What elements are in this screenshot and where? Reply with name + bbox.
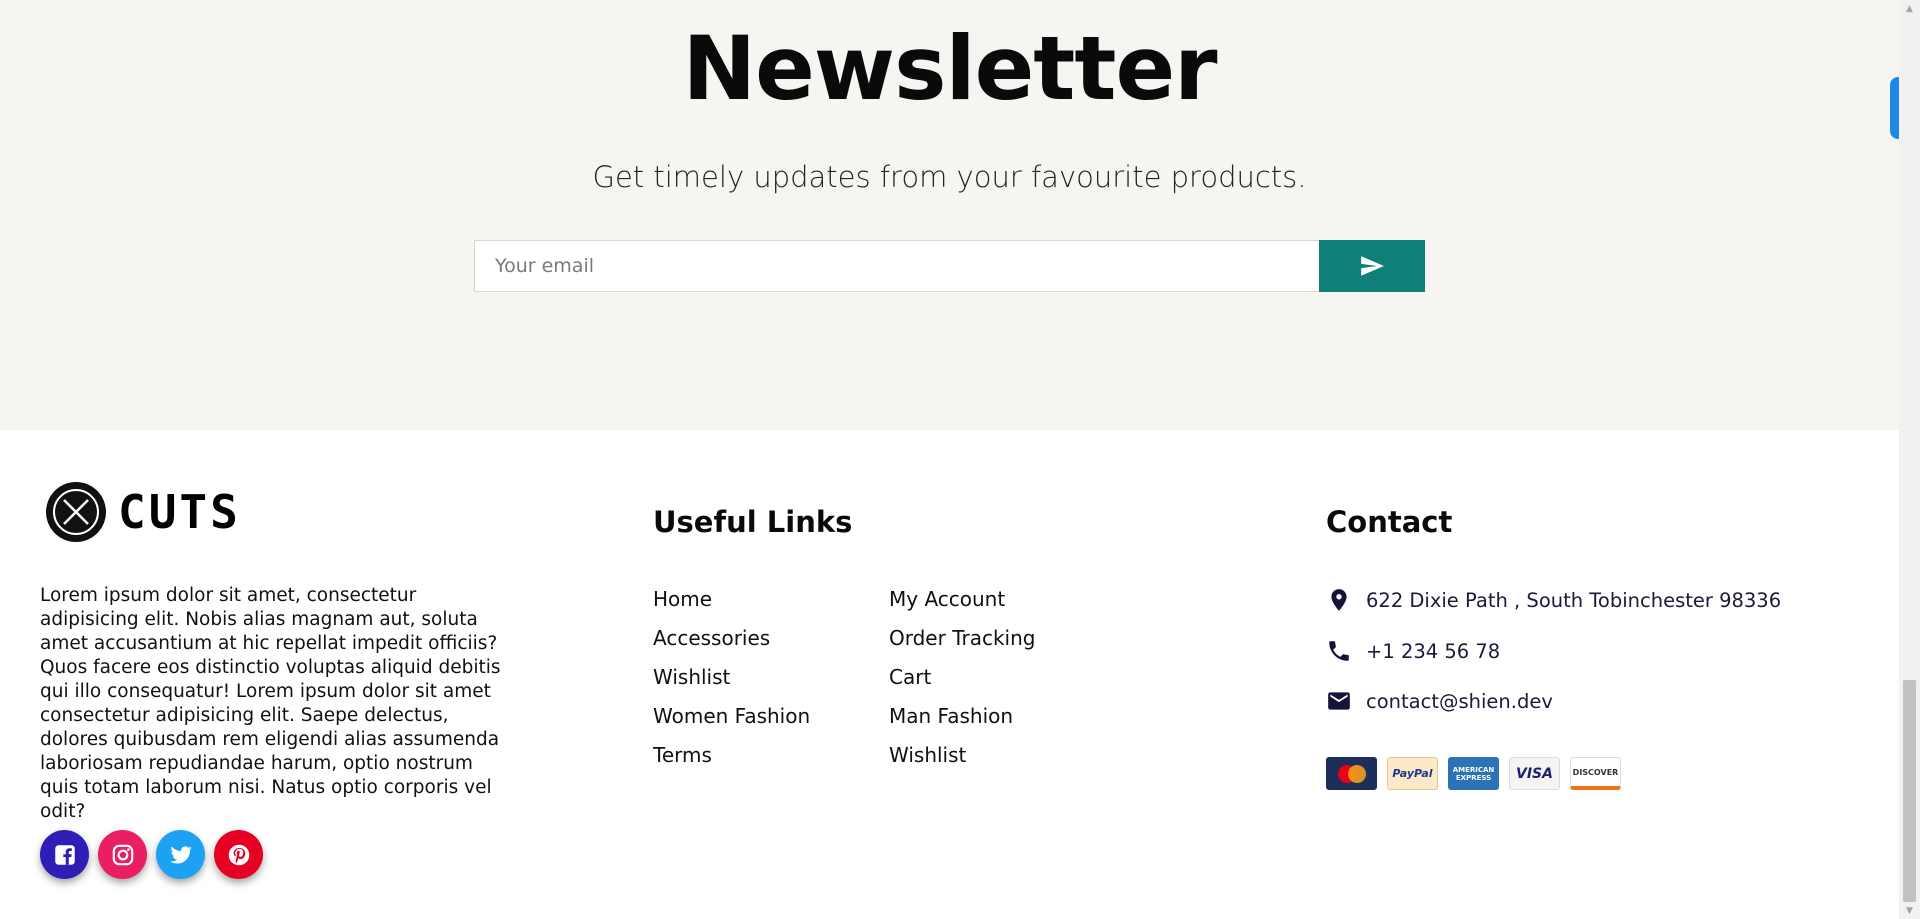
location-pin-icon	[1331, 589, 1347, 611]
send-icon	[1361, 256, 1384, 276]
mastercard-icon	[1337, 764, 1366, 783]
about-text: Lorem ipsum dolor sit amet, consectetur …	[40, 585, 501, 822]
contact-email[interactable]: contact@shien.dev	[1326, 688, 1553, 714]
email-text: contact@shien.dev	[1366, 689, 1553, 713]
scroll-up-arrow-icon[interactable]: ▲	[1899, 0, 1920, 17]
logo-text: CUTS	[118, 485, 241, 539]
link-terms[interactable]: Terms	[653, 743, 810, 782]
side-tab[interactable]	[1890, 77, 1899, 139]
useful-links-col2: My Account Order Tracking Cart Man Fashi…	[889, 587, 1035, 782]
link-wishlist[interactable]: Wishlist	[653, 665, 810, 704]
amex-card: AMERICAN EXPRESS	[1448, 757, 1499, 790]
scroll-thumb[interactable]	[1903, 680, 1916, 902]
mail-icon	[1328, 692, 1350, 710]
paypal-card: PayPal	[1387, 757, 1438, 790]
phone-icon	[1329, 641, 1349, 661]
contact-title: Contact	[1326, 505, 1453, 539]
instagram-button[interactable]	[98, 830, 147, 879]
link-order-tracking[interactable]: Order Tracking	[889, 626, 1035, 665]
logo[interactable]: CUTS	[44, 480, 241, 544]
discover-card: DISCOVER	[1570, 757, 1621, 790]
send-button[interactable]	[1319, 240, 1425, 292]
twitter-icon	[169, 845, 192, 864]
newsletter-section: Newsletter Get timely updates from your …	[0, 0, 1899, 430]
twitter-button[interactable]	[156, 830, 205, 879]
footer: CUTS Lorem ipsum dolor sit amet, consect…	[0, 430, 1899, 919]
contact-phone[interactable]: +1 234 56 78	[1326, 638, 1500, 664]
page: Newsletter Get timely updates from your …	[0, 0, 1899, 919]
pinterest-icon	[228, 844, 249, 865]
link-wishlist-2[interactable]: Wishlist	[889, 743, 1035, 782]
newsletter-form	[474, 240, 1425, 292]
link-home[interactable]: Home	[653, 587, 810, 626]
newsletter-title: Newsletter	[682, 17, 1217, 120]
email-input[interactable]	[474, 240, 1319, 292]
facebook-button[interactable]	[40, 830, 89, 879]
scroll-down-arrow-icon[interactable]: ▼	[1899, 902, 1920, 919]
link-women-fashion[interactable]: Women Fashion	[653, 704, 810, 743]
contact-address: 622 Dixie Path , South Tobinchester 9833…	[1326, 587, 1781, 613]
link-man-fashion[interactable]: Man Fashion	[889, 704, 1035, 743]
logo-icon	[46, 482, 106, 542]
link-cart[interactable]: Cart	[889, 665, 1035, 704]
useful-links-title: Useful Links	[653, 505, 853, 539]
link-my-account[interactable]: My Account	[889, 587, 1035, 626]
useful-links-col1: Home Accessories Wishlist Women Fashion …	[653, 587, 810, 782]
phone-text: +1 234 56 78	[1366, 639, 1501, 663]
payment-cards: PayPal AMERICAN EXPRESS VISA DISCOVER	[1326, 757, 1621, 790]
newsletter-subtitle: Get timely updates from your favourite p…	[592, 160, 1307, 194]
visa-card: VISA	[1509, 757, 1560, 790]
pinterest-button[interactable]	[214, 830, 263, 879]
facebook-icon	[54, 844, 75, 865]
link-accessories[interactable]: Accessories	[653, 626, 810, 665]
social-links	[40, 830, 263, 879]
mastercard-card	[1326, 757, 1377, 790]
address-text: 622 Dixie Path , South Tobinchester 9833…	[1366, 588, 1782, 612]
scrollbar[interactable]: ▲ ▼	[1899, 0, 1920, 919]
instagram-icon	[112, 844, 133, 865]
